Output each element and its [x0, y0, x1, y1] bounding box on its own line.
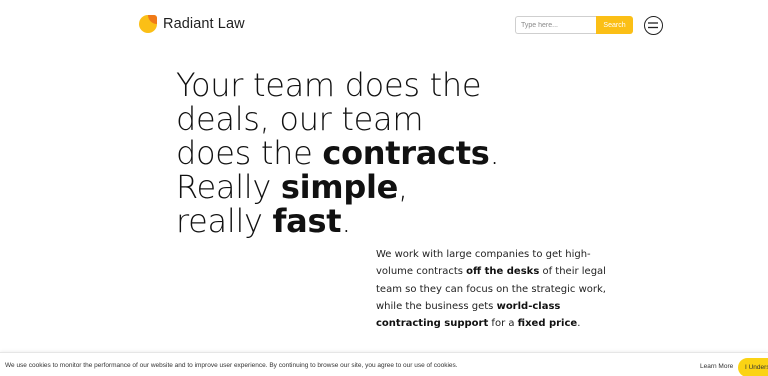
site-header: Radiant Law Search — [0, 0, 768, 50]
cookie-message: We use cookies to monitor the performanc… — [5, 362, 458, 369]
headline-line-2: deals, our team — [176, 100, 424, 138]
headline-emphasis-contracts: contracts — [322, 134, 490, 172]
brand-logo-link[interactable]: Radiant Law — [138, 14, 245, 34]
accept-cookies-button[interactable]: I Understand — [738, 358, 768, 376]
headline-line-3: does the contracts. — [176, 134, 500, 172]
intro-emphasis-3: fixed price — [517, 318, 578, 330]
hamburger-icon — [648, 22, 658, 29]
radiant-logo-icon — [139, 15, 157, 33]
search-button[interactable]: Search — [596, 16, 633, 34]
search-input[interactable] — [515, 16, 596, 34]
intro-emphasis-1: off the desks — [466, 266, 540, 278]
headline-line-5: really fast. — [176, 202, 352, 240]
headline-emphasis-simple: simple — [280, 168, 399, 206]
hero-headline: Your team does the deals, our team does … — [176, 66, 500, 240]
menu-button[interactable] — [644, 16, 663, 35]
intro-paragraph: We work with large companies to get high… — [376, 249, 606, 330]
search-form: Search — [515, 16, 633, 34]
cookie-banner: We use cookies to monitor the performanc… — [0, 352, 768, 376]
headline-line-4: Really simple, — [176, 168, 408, 206]
headline-emphasis-fast: fast — [272, 202, 342, 240]
headline-line-1: Your team does the — [176, 66, 482, 104]
learn-more-link[interactable]: Learn More — [700, 363, 733, 370]
brand-name: Radiant Law — [163, 16, 245, 32]
